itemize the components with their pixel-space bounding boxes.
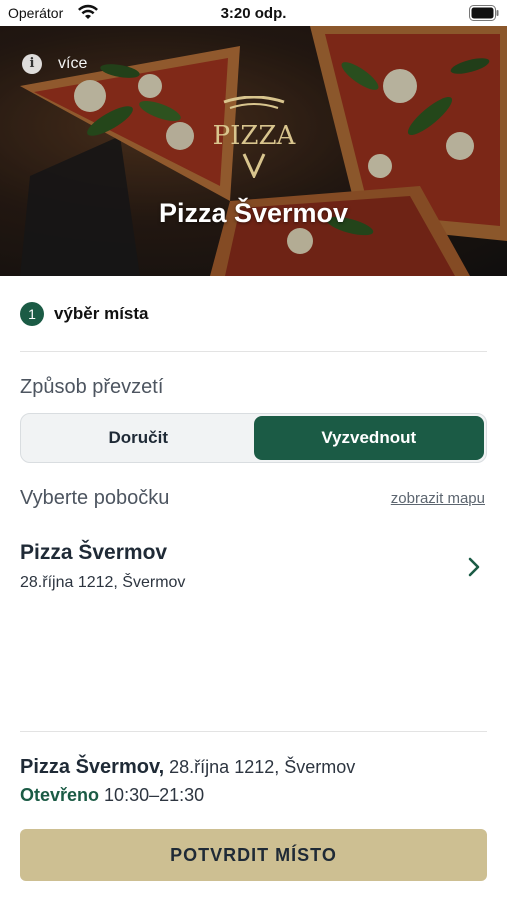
summary-branch-address: 28.října 1212, Švermov bbox=[169, 757, 356, 777]
show-map-link[interactable]: zobrazit mapu bbox=[391, 490, 485, 507]
pizza-logo: PIZZA bbox=[213, 96, 297, 178]
branch-name: Pizza Švermov bbox=[20, 541, 168, 564]
battery-icon bbox=[469, 5, 499, 21]
pickup-method-title: Způsob převzetí bbox=[20, 376, 164, 398]
logo-text: PIZZA bbox=[213, 121, 297, 151]
pickup-option[interactable]: Vyzvednout bbox=[253, 416, 484, 460]
restaurant-name: Pizza Švermov bbox=[158, 198, 349, 228]
selected-branch-summary: Pizza Švermov, 28.října 1212, Švermov Ot… bbox=[20, 756, 490, 806]
divider bbox=[20, 731, 487, 732]
step-label: výběr místa bbox=[54, 304, 149, 323]
pickup-method-selector: Doručit Vyzvednout bbox=[20, 413, 487, 463]
clock: 3:20 odp. bbox=[220, 5, 287, 22]
branch-address: 28.října 1212, Švermov bbox=[20, 574, 186, 591]
delivery-option[interactable]: Doručit bbox=[23, 416, 254, 460]
opening-hours: 10:30–21:30 bbox=[104, 785, 205, 805]
divider bbox=[20, 351, 487, 352]
chevron-right-icon bbox=[468, 557, 480, 577]
info-label: více bbox=[58, 55, 88, 72]
info-icon: i bbox=[22, 54, 42, 74]
opening-status: Otevřeno bbox=[20, 785, 100, 805]
summary-branch-name: Pizza Švermov, bbox=[20, 756, 165, 778]
step-indicator: 1 výběr místa bbox=[20, 302, 149, 326]
branch-list-item[interactable]: Pizza Švermov 28.října 1212, Švermov bbox=[0, 532, 507, 606]
branch-select-title: Vyberte pobočku bbox=[20, 487, 170, 509]
confirm-location-button[interactable]: POTVRDIT MÍSTO bbox=[20, 829, 487, 881]
step-number: 1 bbox=[20, 302, 44, 326]
info-button[interactable]: i více bbox=[22, 54, 87, 74]
hero-banner: i více PIZZA Pizza Švermov bbox=[0, 26, 507, 276]
status-bar: Operátor 3:20 odp. bbox=[0, 0, 507, 26]
